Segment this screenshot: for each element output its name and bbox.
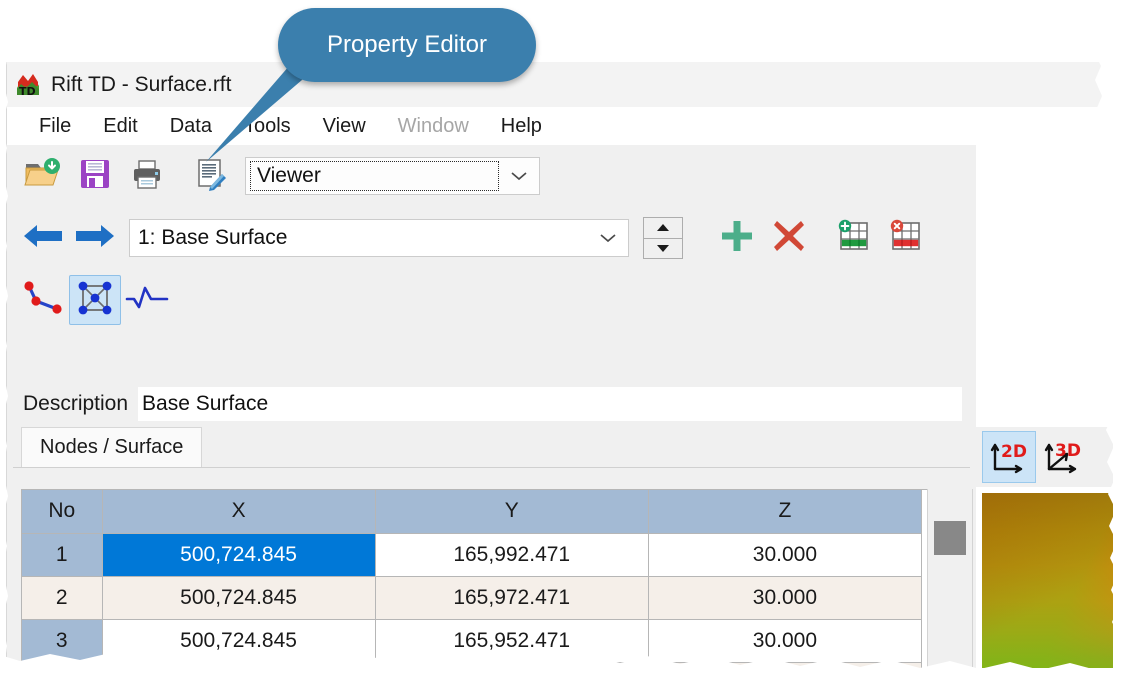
delete-record-button[interactable] — [763, 213, 815, 263]
nodes-table: No X Y Z 1 500,724.845 165,992.471 30.00… — [22, 490, 923, 668]
save-button[interactable] — [69, 151, 121, 201]
row-header[interactable]: 2 — [22, 576, 103, 620]
open-button[interactable] — [17, 151, 69, 201]
profile-wave-icon — [125, 283, 169, 318]
surface-gradient — [982, 493, 1113, 668]
callout-property-editor: Property Editor — [278, 8, 536, 82]
profile-button[interactable] — [121, 275, 173, 325]
viewer-panel: 2D 3D — [976, 145, 1113, 668]
open-folder-icon — [24, 157, 62, 196]
polyline-button[interactable] — [17, 275, 69, 325]
title-bar: TD Rift TD - Surface.rft — [7, 62, 1113, 107]
axis-2d-icon: 2D — [987, 435, 1031, 480]
description-input[interactable]: Base Surface — [138, 387, 962, 421]
table-row[interactable]: 3 500,724.845 165,952.471 30.000 — [22, 619, 923, 663]
delete-row-red-icon — [888, 219, 922, 258]
cell-z[interactable]: 30.000 — [648, 576, 923, 620]
chevron-down-icon[interactable] — [588, 220, 628, 256]
record-spinner[interactable] — [643, 217, 683, 259]
arrow-right-icon — [73, 222, 117, 255]
polyline-nodes-icon — [22, 280, 64, 321]
cell-z[interactable]: 30.000 — [648, 533, 923, 577]
menu-item-edit[interactable]: Edit — [87, 113, 153, 140]
menu-bar: File Edit Data Tools View Window Help — [7, 107, 1113, 145]
svg-text:3D: 3D — [1055, 441, 1081, 461]
cross-icon — [772, 219, 806, 258]
cell-y[interactable]: 165,952.471 — [375, 619, 649, 663]
svg-text:TD: TD — [19, 85, 36, 98]
2d-view-button[interactable]: 2D — [982, 431, 1036, 483]
toolbar-area: Viewer 1: Base Surface — [7, 145, 970, 383]
column-header-z[interactable]: Z — [648, 490, 923, 534]
application-window: TD Rift TD - Surface.rft File Edit Data … — [6, 62, 1113, 668]
rift-td-logo-icon: TD — [15, 72, 41, 98]
row-header[interactable]: 1 — [22, 533, 103, 577]
toolbar-row-navigation: 1: Base Surface — [7, 207, 931, 269]
axis-3d-icon: 3D — [1041, 435, 1085, 480]
cell-x[interactable]: 500,724.845 — [102, 619, 376, 663]
terrain-elevation-surface[interactable] — [982, 493, 1113, 668]
column-header-y[interactable]: Y — [375, 490, 649, 534]
cell-z[interactable]: 29.893 — [648, 662, 923, 668]
table-row[interactable]: 4 500,724.845 165,932.471 29.893 — [22, 662, 923, 668]
3d-view-button[interactable]: 3D — [1036, 431, 1090, 483]
column-header-no[interactable]: No — [22, 490, 103, 534]
plus-icon — [719, 218, 755, 259]
nodes-data-grid[interactable]: No X Y Z 1 500,724.845 165,992.471 30.00… — [21, 489, 972, 668]
surface-combobox[interactable]: 1: Base Surface — [129, 219, 629, 257]
tab-nodes-surface[interactable]: Nodes / Surface — [21, 427, 203, 467]
cell-x[interactable]: 500,724.845 — [102, 533, 376, 577]
scrollbar-thumb[interactable] — [934, 521, 966, 555]
forward-button[interactable] — [69, 213, 121, 263]
screenshot-root: TD Rift TD - Surface.rft File Edit Data … — [0, 0, 1126, 675]
table-header-row: No X Y Z — [22, 490, 923, 534]
insert-row-green-icon — [836, 219, 870, 258]
spinner-down-icon[interactable] — [644, 239, 682, 259]
viewer-toolbar: 2D 3D — [976, 427, 1113, 487]
menu-item-help[interactable]: Help — [485, 113, 558, 140]
column-header-x[interactable]: X — [102, 490, 376, 534]
callout-label: Property Editor — [326, 31, 488, 58]
insert-row-button[interactable] — [827, 213, 879, 263]
description-label: Description — [23, 392, 129, 415]
row-header[interactable]: 4 — [22, 662, 103, 668]
description-row: Description Base Surface — [7, 383, 970, 425]
tab-strip: Nodes / Surface — [13, 425, 970, 468]
table-row[interactable]: 2 500,724.845 165,972.471 30.000 — [22, 576, 923, 620]
spinner-up-icon[interactable] — [644, 218, 682, 239]
print-button[interactable] — [121, 151, 173, 201]
cell-y[interactable]: 165,992.471 — [375, 533, 649, 577]
toolbar-row-viewmode — [7, 269, 173, 331]
menu-item-window: Window — [397, 114, 469, 137]
svg-text:2D: 2D — [1001, 442, 1027, 462]
menu-item-file[interactable]: File — [23, 113, 87, 140]
cell-x[interactable]: 500,724.845 — [102, 662, 376, 668]
cell-x[interactable]: 500,724.845 — [102, 576, 376, 620]
arrow-left-icon — [21, 222, 65, 255]
mesh-surface-button[interactable] — [69, 275, 121, 325]
cell-z[interactable]: 30.000 — [648, 619, 923, 663]
save-floppy-icon — [78, 157, 112, 196]
surface-combobox-value: 1: Base Surface — [138, 226, 288, 249]
table-row[interactable]: 1 500,724.845 165,992.471 30.000 — [22, 533, 923, 577]
delete-row-button[interactable] — [879, 213, 931, 263]
row-header[interactable]: 3 — [22, 619, 103, 663]
printer-icon — [130, 157, 164, 196]
vertical-scrollbar[interactable] — [927, 489, 973, 668]
cell-y[interactable]: 165,932.471 — [375, 662, 649, 668]
back-button[interactable] — [17, 213, 69, 263]
chevron-down-icon[interactable] — [499, 158, 539, 194]
mesh-surface-icon — [76, 279, 114, 322]
cell-y[interactable]: 165,972.471 — [375, 576, 649, 620]
add-record-button[interactable] — [711, 213, 763, 263]
